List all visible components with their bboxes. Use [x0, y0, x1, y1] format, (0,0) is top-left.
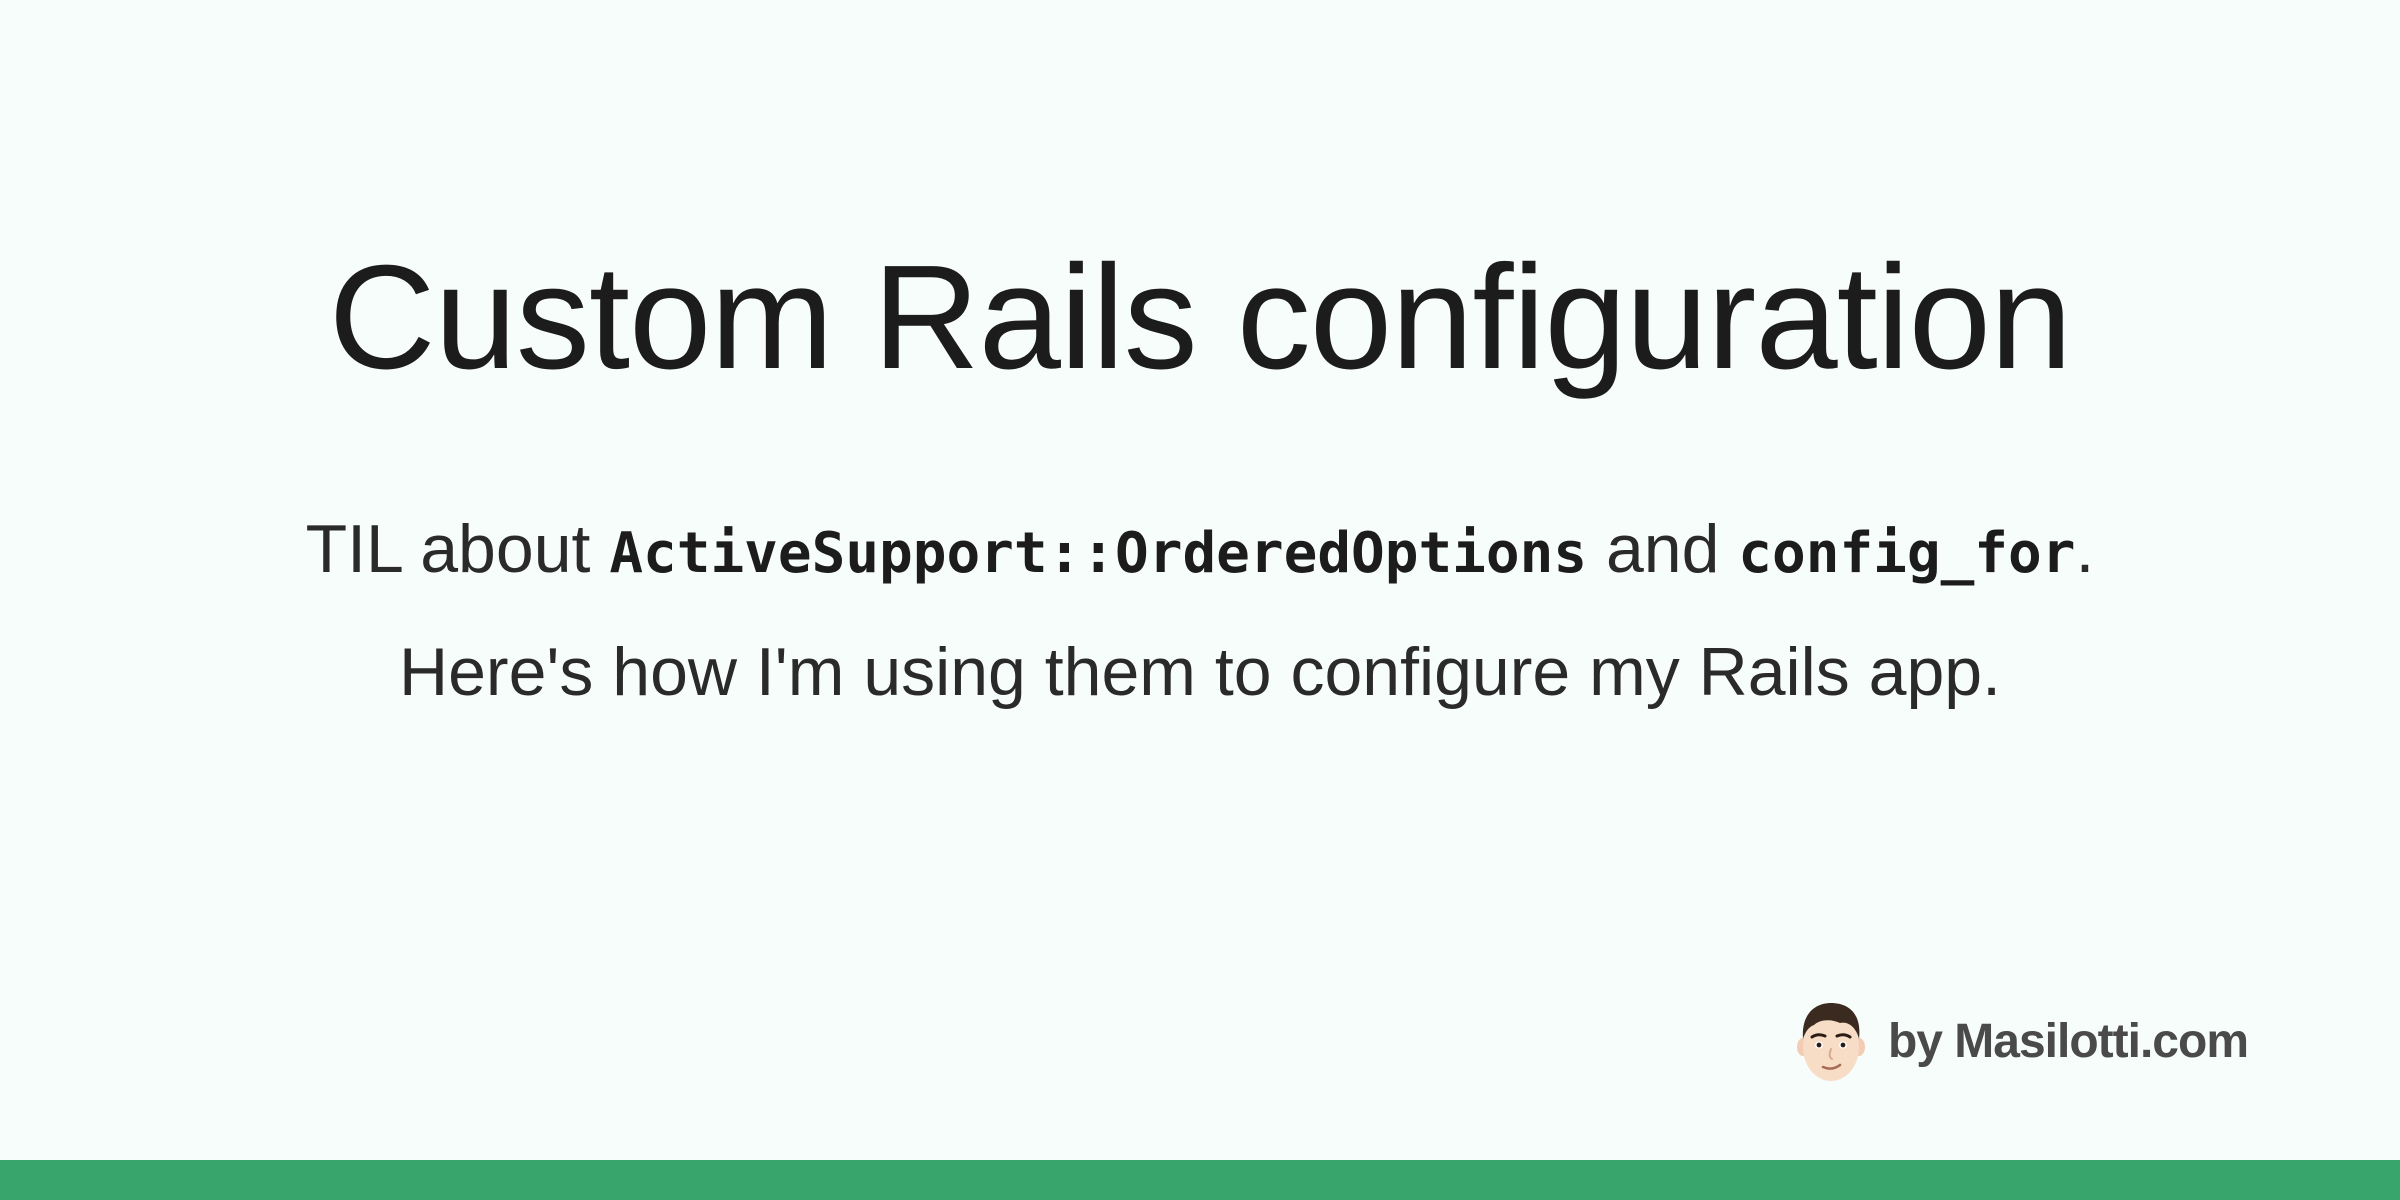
og-card: Custom Rails configuration TIL about Act…: [0, 0, 2400, 1200]
subtitle-suffix: .: [2075, 511, 2095, 587]
page-title: Custom Rails configuration: [328, 235, 2073, 400]
code-ordered-options: ActiveSupport::OrderedOptions: [609, 521, 1588, 586]
subtitle-line-2: Here's how I'm using them to configure m…: [399, 634, 2001, 710]
subtitle-middle: and: [1587, 511, 1739, 587]
code-config-for: config_for: [1738, 521, 2076, 586]
subtitle-prefix: TIL about: [305, 511, 610, 587]
memoji-avatar-icon: [1796, 1003, 1865, 1081]
page-subtitle: TIL about ActiveSupport::OrderedOptions …: [0, 490, 2400, 731]
byline-text: by Masilotti.com: [1887, 1014, 2249, 1068]
byline: by Masilotti.com: [1796, 996, 2249, 1086]
accent-bar: [0, 1160, 2400, 1200]
subtitle-line-1: TIL about ActiveSupport::OrderedOptions …: [0, 490, 2400, 613]
